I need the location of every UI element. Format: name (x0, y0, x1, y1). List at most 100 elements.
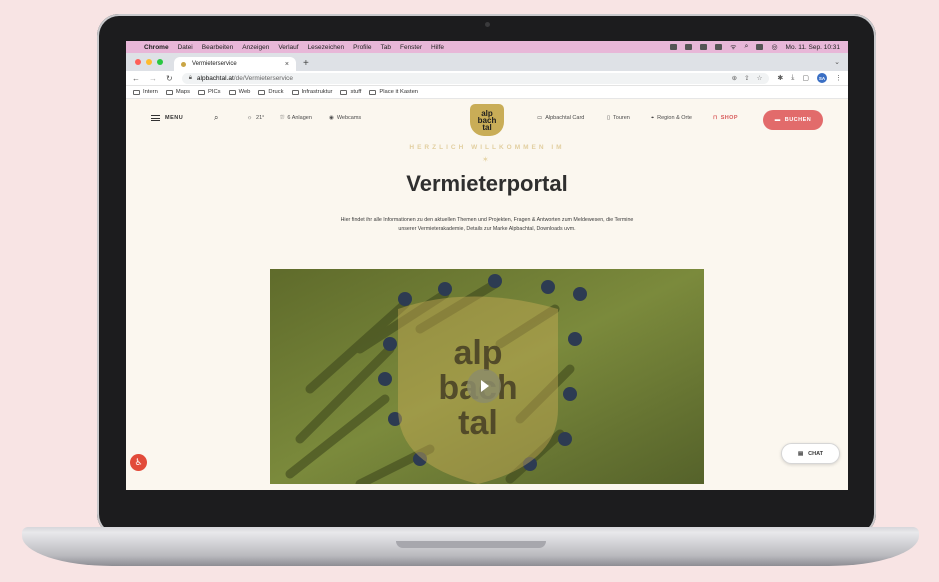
bookmarks-bar: Intern Maps PICs Web Druck Infrastruktur… (126, 86, 848, 99)
chat-label: CHAT (808, 450, 824, 457)
status-icon[interactable] (670, 44, 678, 50)
menu-button[interactable]: MENU (151, 115, 183, 121)
logo-text: tal (482, 122, 492, 132)
folder-icon (133, 89, 140, 95)
bookmark-folder[interactable]: stuff (340, 89, 361, 95)
lock-icon[interactable]: 🔒︎ (189, 75, 192, 82)
search-icon[interactable]: ⌕ (745, 43, 749, 51)
tab-search-chevron-icon[interactable]: ⌄ (834, 58, 840, 66)
menu-item[interactable]: Hilfe (431, 44, 444, 51)
nav-label: Alpbachtal Card (545, 115, 585, 121)
toolbar: ← → ↻ 🔒︎ alpbachtal.at/de/Vermieterservi… (126, 71, 848, 86)
website: MENU ⌕ ☼ 21° ⛆ 6 Anlagen ◉ Webcams alp b… (126, 99, 848, 490)
new-tab-button[interactable]: + (303, 58, 309, 69)
menu-item[interactable]: Anzeigen (242, 44, 269, 51)
chat-button[interactable]: ▤ CHAT (781, 443, 840, 464)
shop-link[interactable]: ⊓ SHOP (713, 115, 738, 121)
pin-icon: ⌖ (651, 115, 655, 121)
kebab-menu-icon[interactable]: ⋮ (835, 74, 842, 82)
menu-label: MENU (165, 115, 184, 121)
wifi-icon[interactable]: ᯤ (730, 43, 736, 52)
menu-item[interactable]: Tab (381, 44, 391, 51)
forward-arrow-icon[interactable]: → (149, 74, 157, 83)
address-bar[interactable]: 🔒︎ alpbachtal.at/de/Vermieterservice ⊕ ⇪… (181, 72, 770, 84)
region-link[interactable]: ⌖ Region & Orte (651, 115, 692, 122)
battery-icon[interactable] (715, 44, 723, 50)
profile-avatar[interactable]: SA (817, 73, 827, 83)
tab-strip: Vermieterservice × + ⌄ (126, 53, 848, 71)
menu-item[interactable]: Verlauf (278, 44, 298, 51)
bookmark-folder[interactable]: Intern (133, 89, 158, 95)
zoom-icon[interactable]: ⊕ (732, 74, 737, 82)
window-controls (135, 59, 163, 65)
video-logo-text: tal (458, 404, 498, 442)
back-arrow-icon[interactable]: ← (132, 74, 140, 83)
bookmark-label: Infrastruktur (301, 89, 333, 95)
side-panel-icon[interactable]: ▢ (802, 74, 809, 82)
menu-app-name[interactable]: Chrome (144, 44, 169, 51)
bed-icon: ▬ (774, 117, 781, 123)
card-icon: ▭ (537, 115, 543, 121)
bookmark-folder[interactable]: Web (228, 89, 251, 95)
page-title: Vermieterportal (406, 171, 568, 196)
bookmark-star-icon[interactable]: ☆ (757, 74, 763, 82)
menu-item[interactable]: Profile (353, 44, 371, 51)
camera-dot (485, 22, 490, 27)
menu-item[interactable]: Datei (178, 44, 193, 51)
folder-icon (228, 89, 236, 95)
search-icon[interactable]: ⌕ (214, 113, 218, 123)
bookmark-folder[interactable]: Infrastruktur (291, 89, 333, 95)
bluetooth-icon[interactable] (700, 44, 708, 50)
bookmark-label: Web (238, 89, 251, 95)
intro-video[interactable]: alp bach tal (270, 269, 704, 484)
map-icon: ▯ (607, 115, 611, 121)
menu-item[interactable]: Lesezeichen (308, 44, 345, 51)
mac-menubar: Chrome Datei Bearbeiten Anzeigen Verlauf… (126, 41, 848, 53)
extensions-puzzle-icon[interactable]: ✱ (777, 74, 783, 82)
alpbachtal-card-link[interactable]: ▭ Alpbachtal Card (537, 115, 584, 121)
bookmark-folder[interactable]: PICs (198, 89, 221, 95)
tab-title: Vermieterservice (192, 61, 237, 67)
laptop-notch (396, 541, 546, 548)
folder-icon (291, 89, 299, 95)
zoom-window-button[interactable] (157, 59, 163, 65)
touren-link[interactable]: ▯ Touren (607, 115, 630, 121)
bookmark-folder[interactable]: Maps (165, 89, 191, 95)
star-ornament-icon: ✶ (482, 155, 489, 164)
webcams-label: Webcams (336, 115, 362, 121)
buchen-button[interactable]: ▬ BUCHEN (763, 110, 823, 130)
sun-icon: ☼ (247, 115, 253, 121)
folder-icon (198, 89, 206, 95)
laptop-screen: Chrome Datei Bearbeiten Anzeigen Verlauf… (126, 41, 848, 490)
bookmark-label: Druck (268, 89, 284, 95)
download-icon[interactable]: ⤓ (791, 74, 794, 82)
webcams-link[interactable]: ◉ Webcams (329, 115, 361, 121)
lifts-count: 6 Anlagen (287, 115, 312, 121)
alpbachtal-logo[interactable]: alp bach tal (470, 104, 504, 136)
tab-vermieterservice[interactable]: Vermieterservice × (174, 57, 296, 71)
siri-icon[interactable]: ◎ (771, 43, 777, 51)
bookmark-label: stuff (350, 89, 362, 95)
menu-item[interactable]: Fenster (400, 44, 422, 51)
folder-icon (258, 89, 266, 95)
folder-icon (369, 89, 377, 95)
reload-icon[interactable]: ↻ (166, 74, 173, 83)
close-window-button[interactable] (135, 59, 141, 65)
control-center-icon[interactable] (756, 44, 764, 50)
menubar-clock[interactable]: Mo. 11. Sep. 10:31 (786, 44, 840, 51)
status-icon[interactable] (685, 44, 693, 50)
minimize-window-button[interactable] (146, 59, 152, 65)
bookmark-folder[interactable]: Druck (258, 89, 284, 95)
favicon-icon (181, 61, 186, 67)
accessibility-icon[interactable]: ♿︎ (130, 454, 147, 471)
menu-item[interactable]: Bearbeiten (202, 44, 233, 51)
close-tab-icon[interactable]: × (285, 61, 289, 68)
video-frame: alp bach tal (270, 269, 704, 484)
share-icon[interactable]: ⇪ (744, 74, 749, 82)
url-host: alpbachtal.at (196, 74, 234, 82)
bookmark-label: Maps (175, 89, 191, 95)
lifts-link[interactable]: ⛆ 6 Anlagen (280, 115, 312, 122)
weather-link[interactable]: ☼ 21° (247, 115, 264, 121)
bookmark-folder[interactable]: Place it Kasten (369, 89, 418, 95)
bookmark-label: Place it Kasten (379, 89, 419, 95)
